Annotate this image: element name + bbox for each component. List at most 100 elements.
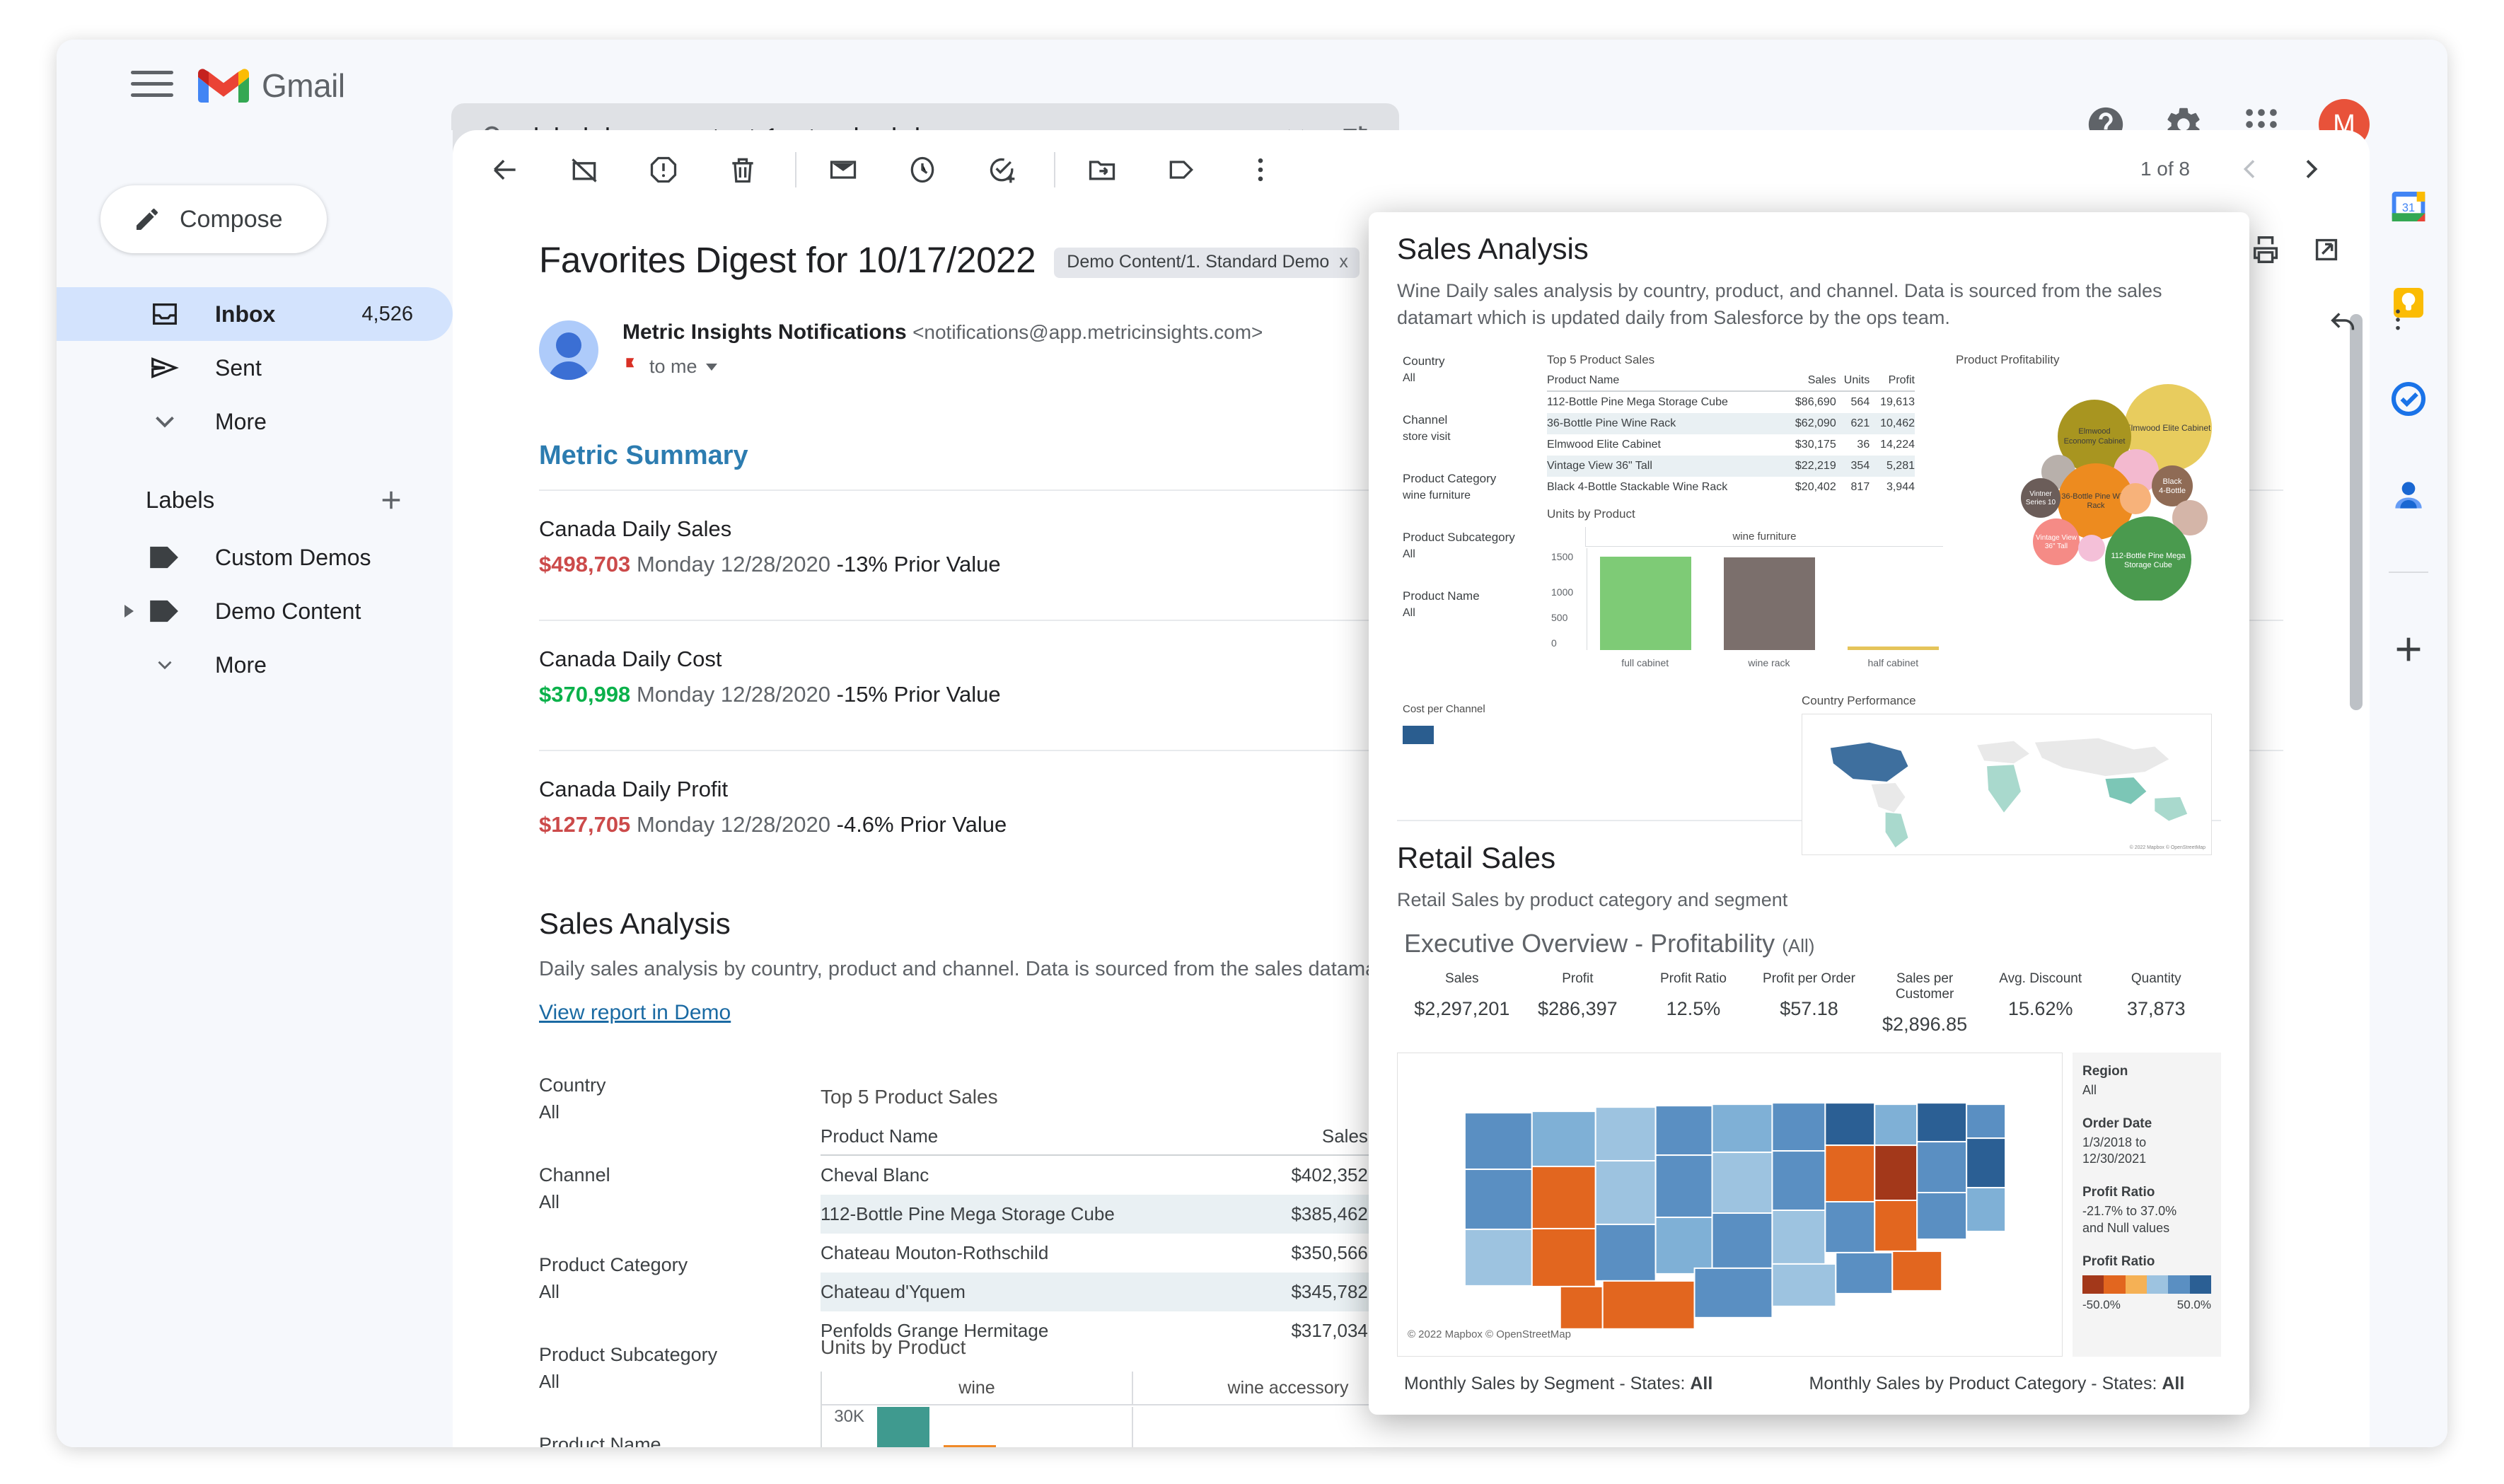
sidebar-label-custom-demos[interactable]: Custom Demos <box>57 531 453 584</box>
cell-profit: 3,944 <box>1886 480 1915 493</box>
label-chip[interactable]: Demo Content/1. Standard Demo x <box>1054 248 1360 278</box>
popup-top5-table-panel: Top 5 Product Sales Product Name Sales U… <box>1547 353 1915 498</box>
kpi-profit-per-order: Profit per Order $57.18 <box>1751 971 1867 1036</box>
table-row: Elmwood Elite Cabinet $30,175 36 14,224 <box>1547 434 1915 456</box>
delete-icon[interactable] <box>716 146 770 194</box>
filter-channel[interactable]: Channel All <box>539 1164 772 1213</box>
us-states-choropleth-map[interactable]: © 2022 Mapbox © OpenStreetMap <box>1397 1052 2063 1357</box>
legend-region[interactable]: Region All <box>2082 1064 2211 1099</box>
table-row: Black 4-Bottle Stackable Wine Rack $20,4… <box>1547 477 1915 498</box>
expand-caret-icon[interactable] <box>124 605 134 618</box>
table-row: Cheval Blanc $402,352 117 <box>821 1155 1436 1195</box>
footer-monthly-sales-by-segment: Monthly Sales by Segment - States: All <box>1404 1374 1809 1394</box>
gmail-logo[interactable]: Gmail <box>198 66 345 105</box>
popup-filter-country[interactable]: Country All <box>1403 354 1523 385</box>
filter-value: wine furniture <box>1403 489 1471 502</box>
labels-list: Custom Demos Demo Content More <box>57 531 453 692</box>
filter-product-category[interactable]: Product Category All <box>539 1254 772 1303</box>
compose-button[interactable]: Compose <box>100 185 327 253</box>
sender-email: <notifications@app.metricinsights.com> <box>912 321 1263 343</box>
executive-overview: Executive Overview - Profitability (All)… <box>1397 929 2221 1036</box>
popup-filter-channel[interactable]: Channel store visit <box>1403 413 1523 444</box>
sidebar-item-label: Sent <box>215 354 262 381</box>
report-spam-icon[interactable] <box>637 146 690 194</box>
open-in-new-window-icon[interactable] <box>2310 233 2343 269</box>
label-tag-icon <box>149 599 181 623</box>
mail-scrollbar[interactable] <box>2350 314 2363 710</box>
chevron-down-icon[interactable] <box>705 363 717 371</box>
world-map[interactable]: © 2022 Mapbox © OpenStreetMap <box>1802 713 2212 855</box>
cell-profit: 5,281 <box>1870 455 1915 477</box>
mark-unread-icon[interactable] <box>816 146 870 194</box>
svg-text:36" Tall: 36" Tall <box>2045 543 2068 550</box>
sidebar-item-more[interactable]: More <box>57 395 453 448</box>
legend-label: Profit Ratio <box>2082 1253 2155 1269</box>
next-page-icon[interactable] <box>2292 150 2330 188</box>
print-icon[interactable] <box>2249 233 2282 269</box>
bar <box>1724 557 1815 650</box>
filter-product-subcategory[interactable]: Product Subcategory All <box>539 1344 772 1393</box>
top5-title: Top 5 Product Sales <box>821 1086 998 1108</box>
chevron-down-icon <box>149 653 181 677</box>
popup-filter-product-category[interactable]: Product Category wine furniture <box>1403 472 1523 502</box>
map-legend-panel: Region All Order Date 1/3/2018 to 12/30/… <box>2073 1052 2221 1357</box>
kpi-avg-discount: Avg. Discount 15.62% <box>1983 971 2099 1036</box>
view-report-link[interactable]: View report in Demo <box>453 981 731 1025</box>
metric-value: $127,705 <box>539 812 631 837</box>
filter-value: All <box>1403 547 1415 560</box>
sidebar-label-demo-content[interactable]: Demo Content <box>57 584 453 638</box>
filter-product-name[interactable]: Product Name All <box>539 1434 772 1447</box>
kpi-sales: Sales $2,297,201 <box>1404 971 1520 1036</box>
more-options-icon[interactable] <box>2384 306 2412 337</box>
sender-avatar <box>539 320 598 380</box>
popup-units-chart: Units by Product wine furniture 1500 100… <box>1547 507 1943 668</box>
labels-icon[interactable] <box>1154 146 1208 194</box>
close-icon[interactable]: x <box>1339 252 1348 272</box>
popup-top5-title: Top 5 Product Sales <box>1547 352 1655 366</box>
filter-label: Country <box>539 1074 606 1096</box>
footer-text: Monthly Sales by Segment - States: <box>1404 1373 1691 1393</box>
main-menu-icon[interactable] <box>131 71 173 100</box>
add-app-icon[interactable] <box>2389 630 2428 669</box>
popup-filter-product-name[interactable]: Product Name All <box>1403 589 1523 620</box>
reply-action-behind-popup[interactable] <box>2327 304 2360 340</box>
bar <box>1600 556 1691 650</box>
y-tick: 0 <box>1551 637 1557 649</box>
footer-bold: All <box>1690 1373 1713 1393</box>
google-calendar-icon[interactable]: 31 <box>2389 187 2428 226</box>
add-label-icon[interactable] <box>376 485 406 515</box>
cell-product: Chateau d'Yquem <box>821 1273 1255 1311</box>
popup-retail-sales-section: Retail Sales Retail Sales by product cat… <box>1369 821 2249 1413</box>
snooze-icon[interactable] <box>895 146 949 194</box>
filter-country[interactable]: Country All <box>539 1074 772 1123</box>
sidebar-item-inbox[interactable]: Inbox 4,526 <box>57 287 453 341</box>
kpi-value: $57.18 <box>1780 997 1838 1019</box>
legend-profit-ratio-range[interactable]: Profit Ratio -21.7% to 37.0% and Null va… <box>2082 1185 2211 1237</box>
add-to-tasks-icon[interactable] <box>975 146 1028 194</box>
legend-order-date[interactable]: Order Date 1/3/2018 to 12/30/2021 <box>2082 1116 2211 1169</box>
units-by-product-chart: Units by Product wine wine accessory 30K… <box>821 1336 1443 1447</box>
archive-icon[interactable] <box>557 146 611 194</box>
move-to-icon[interactable] <box>1075 146 1129 194</box>
google-contacts-icon[interactable] <box>2389 475 2428 515</box>
popup-filter-product-subcategory[interactable]: Product Subcategory All <box>1403 531 1523 561</box>
legend-label: Region <box>2082 1063 2128 1079</box>
previous-page-icon[interactable] <box>2231 150 2269 188</box>
gmail-m-icon <box>198 66 249 105</box>
pager: 1 of 8 <box>2140 150 2330 188</box>
sidebar-label-more[interactable]: More <box>57 638 453 692</box>
table-header-row: Product Name Sales Units Profit <box>1547 373 1915 392</box>
google-tasks-icon[interactable] <box>2389 379 2428 419</box>
chart-title: Country Performance <box>1802 693 1916 707</box>
filter-label: Product Category <box>1403 471 1497 485</box>
chart-plot-area: wine furniture 1500 1000 500 0 full cabi… <box>1547 526 1943 668</box>
more-options-icon[interactable] <box>1234 146 1287 194</box>
y-tick: 500 <box>1551 611 1568 623</box>
kpi-value: $286,397 <box>1538 997 1618 1019</box>
cell-product: Black 4-Bottle Stackable Wine Rack <box>1547 480 1728 493</box>
cell-units: 354 <box>1836 455 1870 477</box>
column-header: Profit <box>1870 373 1915 392</box>
back-arrow-icon[interactable] <box>478 146 532 194</box>
sidebar-item-sent[interactable]: Sent <box>57 341 453 395</box>
kpi-value: 12.5% <box>1666 997 1721 1019</box>
